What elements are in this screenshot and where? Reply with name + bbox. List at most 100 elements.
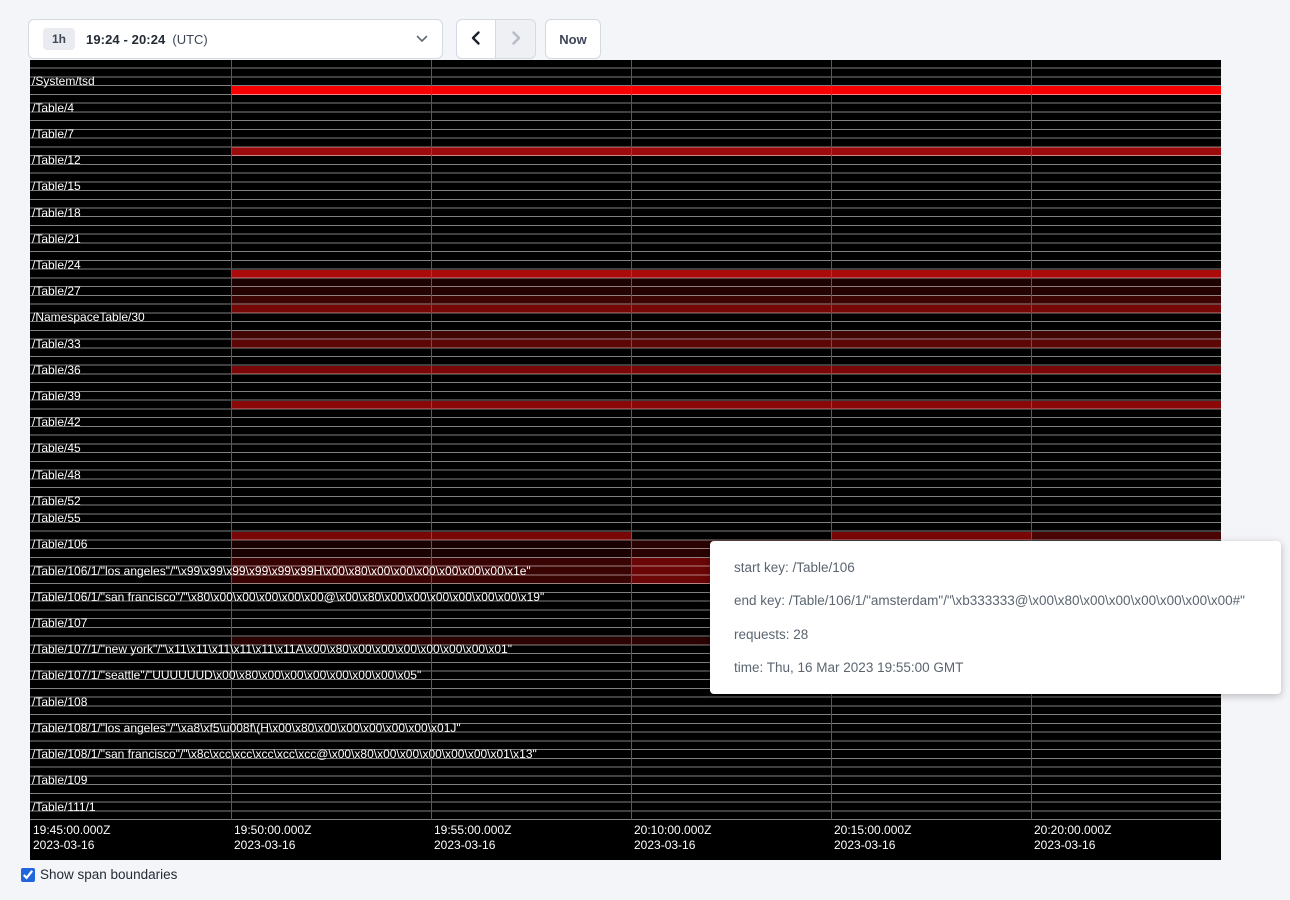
heatmap-cell[interactable]: [431, 340, 631, 349]
heatmap-cell[interactable]: [231, 86, 431, 95]
heatmap-cell[interactable]: [1031, 532, 1221, 541]
heatmap-cell[interactable]: [431, 558, 631, 567]
heatmap-cell[interactable]: [231, 278, 431, 287]
heatmap-cell[interactable]: [431, 331, 631, 340]
heatmap-cell[interactable]: [1031, 296, 1221, 305]
heatmap-cell[interactable]: [1031, 287, 1221, 296]
heatmap-cell[interactable]: [1031, 331, 1221, 340]
heatmap-cell[interactable]: [431, 567, 631, 576]
heatmap-cell[interactable]: [431, 287, 631, 296]
show-span-boundaries-label: Show span boundaries: [40, 867, 177, 882]
heatmap-cell[interactable]: [631, 331, 831, 340]
heatmap-cell[interactable]: [631, 340, 831, 349]
heatmap-cell[interactable]: [231, 270, 431, 279]
heatmap-cell[interactable]: [431, 278, 631, 287]
heatmap-cell[interactable]: [231, 575, 431, 584]
heatmap-cell[interactable]: [431, 86, 631, 95]
heatmap-cell[interactable]: [431, 540, 631, 549]
heatmap-cell[interactable]: [431, 637, 631, 646]
heatmap-cell[interactable]: [631, 270, 831, 279]
show-span-boundaries-toggle[interactable]: Show span boundaries: [21, 867, 177, 882]
heatmap-cell[interactable]: [431, 575, 631, 584]
heatmap-cell[interactable]: [231, 401, 431, 410]
heatmap-cell[interactable]: [631, 366, 831, 375]
row-key-label: /Table/52: [32, 497, 81, 506]
heatmap-cell[interactable]: [231, 366, 431, 375]
heatmap-cell[interactable]: [631, 147, 831, 156]
row-key-label: /NamespaceTable/30: [32, 313, 145, 322]
row-key-label: /Table/36: [32, 366, 81, 375]
heatmap-cell[interactable]: [231, 287, 431, 296]
heatmap-cell[interactable]: [831, 305, 1031, 314]
heatmap-cell[interactable]: [231, 637, 431, 646]
heatmap-cell[interactable]: [831, 86, 1031, 95]
heatmap-cell[interactable]: [431, 270, 631, 279]
row-key-label: /Table/106/1/"san francisco"/"\x80\x00\x…: [32, 593, 544, 602]
heatmap-cell[interactable]: [431, 366, 631, 375]
time-range-selector[interactable]: 1h 19:24 - 20:24 (UTC): [28, 19, 443, 59]
heatmap-cell[interactable]: [431, 147, 631, 156]
heatmap-cell[interactable]: [231, 558, 431, 567]
row-key-label: /Table/106: [32, 540, 87, 549]
time-range-text: 19:24 - 20:24: [86, 32, 165, 47]
heatmap-cell[interactable]: [631, 287, 831, 296]
timezone-text: (UTC): [172, 32, 207, 47]
heatmap-cell[interactable]: [231, 147, 431, 156]
heatmap-cell[interactable]: [831, 331, 1031, 340]
heatmap-cell[interactable]: [631, 305, 831, 314]
heatmap-grid[interactable]: /System/tsd/Table/4/Table/7/Table/12/Tab…: [30, 60, 1221, 820]
heatmap-cell[interactable]: [431, 305, 631, 314]
axis-tick: 20:10:00.000Z2023-03-16: [634, 823, 711, 853]
show-span-boundaries-checkbox[interactable]: [21, 868, 35, 882]
heatmap-cell[interactable]: [1031, 305, 1221, 314]
row-key-label: /Table/27: [32, 287, 81, 296]
heatmap-cell[interactable]: [231, 305, 431, 314]
heatmap-cell[interactable]: [631, 278, 831, 287]
next-time-button[interactable]: [496, 19, 536, 59]
heatmap-cell[interactable]: [1031, 270, 1221, 279]
heatmap-cell[interactable]: [231, 540, 431, 549]
prev-time-button[interactable]: [456, 19, 496, 59]
row-key-label: /Table/7: [32, 130, 74, 139]
heatmap-cell[interactable]: [1031, 278, 1221, 287]
heatmap-cell[interactable]: [231, 549, 431, 558]
heatmap-cell[interactable]: [631, 86, 831, 95]
heatmap-cell[interactable]: [431, 401, 631, 410]
heatmap-cell[interactable]: [831, 401, 1031, 410]
key-visualizer-canvas[interactable]: /System/tsd/Table/4/Table/7/Table/12/Tab…: [30, 60, 1221, 860]
row-key-label: /Table/111/1: [32, 803, 96, 812]
heatmap-cell[interactable]: [631, 401, 831, 410]
heatmap-cell[interactable]: [831, 147, 1031, 156]
heatmap-cell[interactable]: [831, 340, 1031, 349]
heatmap-cell[interactable]: [631, 296, 831, 305]
chevron-right-icon: [509, 30, 523, 49]
heatmap-cell[interactable]: [831, 287, 1031, 296]
heatmap-cell[interactable]: [1031, 401, 1221, 410]
heatmap-cell[interactable]: [1031, 366, 1221, 375]
heatmap-cell[interactable]: [431, 296, 631, 305]
heatmap-cell[interactable]: [831, 270, 1031, 279]
heatmap-cell[interactable]: [1031, 147, 1221, 156]
heatmap-cell[interactable]: [431, 549, 631, 558]
heatmap-cell[interactable]: [231, 567, 431, 576]
heatmap-cell[interactable]: [831, 366, 1031, 375]
time-gridline: [431, 60, 432, 820]
tooltip-time: time: Thu, 16 Mar 2023 19:55:00 GMT: [734, 660, 1257, 675]
heatmap-cell[interactable]: [231, 331, 431, 340]
heatmap-cell[interactable]: [1031, 340, 1221, 349]
time-pager: [456, 19, 536, 59]
heatmap-cell[interactable]: [231, 532, 431, 541]
heatmap-cell[interactable]: [831, 532, 1031, 541]
row-key-label: /Table/107/1/"seattle"/"UUUUUUD\x00\x80\…: [32, 671, 421, 680]
row-key-label: /Table/108/1/"san francisco"/"\x8c\xcc\x…: [32, 750, 537, 759]
heatmap-cell[interactable]: [431, 532, 631, 541]
heatmap-cell[interactable]: [831, 296, 1031, 305]
heatmap-cell[interactable]: [231, 296, 431, 305]
heatmap-cell[interactable]: [831, 278, 1031, 287]
chevron-left-icon: [469, 30, 483, 49]
tooltip-start-key: start key: /Table/106: [734, 560, 1257, 575]
row-key-label: /Table/45: [32, 444, 81, 453]
now-button[interactable]: Now: [545, 19, 601, 59]
heatmap-cell[interactable]: [231, 340, 431, 349]
heatmap-cell[interactable]: [1031, 86, 1221, 95]
